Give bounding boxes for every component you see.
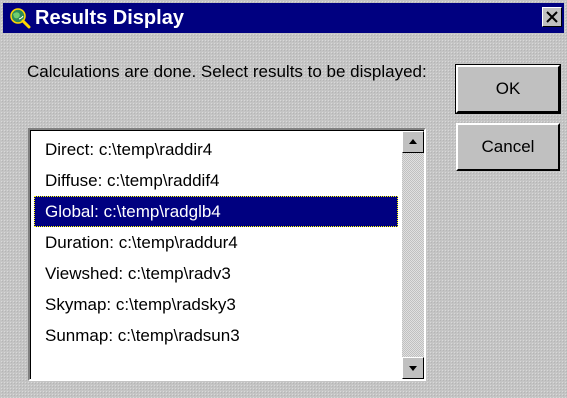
close-button[interactable] (542, 7, 562, 27)
vertical-scrollbar[interactable] (402, 131, 424, 379)
globe-magnifier-icon (9, 7, 31, 29)
scroll-down-button[interactable] (402, 357, 424, 379)
list-item-diffuse[interactable]: Diffuse: c:\temp\raddif4 (34, 165, 398, 196)
scroll-up-button[interactable] (402, 131, 424, 153)
results-list: Direct: c:\temp\raddir4 Diffuse: c:\temp… (34, 134, 398, 351)
list-item-global[interactable]: Global: c:\temp\radglb4 (34, 196, 398, 227)
results-display-dialog: Results Display Calculations are done. S… (0, 0, 567, 398)
title-bar[interactable]: Results Display (3, 3, 564, 33)
close-icon (546, 11, 558, 23)
window-title: Results Display (35, 7, 184, 29)
cancel-button[interactable]: Cancel (456, 123, 560, 171)
list-item-viewshed[interactable]: Viewshed: c:\temp\radv3 (34, 258, 398, 289)
list-item-duration[interactable]: Duration: c:\temp\raddur4 (34, 227, 398, 258)
arrow-down-icon (409, 366, 417, 371)
instruction-text: Calculations are done. Select results to… (27, 62, 427, 81)
results-listbox[interactable]: Direct: c:\temp\raddir4 Diffuse: c:\temp… (28, 128, 426, 381)
listbox-frame: Direct: c:\temp\raddir4 Diffuse: c:\temp… (30, 130, 424, 379)
ok-button[interactable]: OK (455, 64, 561, 114)
list-item-sunmap[interactable]: Sunmap: c:\temp\radsun3 (34, 320, 398, 351)
arrow-up-icon (409, 139, 417, 144)
list-item-skymap[interactable]: Skymap: c:\temp\radsky3 (34, 289, 398, 320)
list-item-direct[interactable]: Direct: c:\temp\raddir4 (34, 134, 398, 165)
